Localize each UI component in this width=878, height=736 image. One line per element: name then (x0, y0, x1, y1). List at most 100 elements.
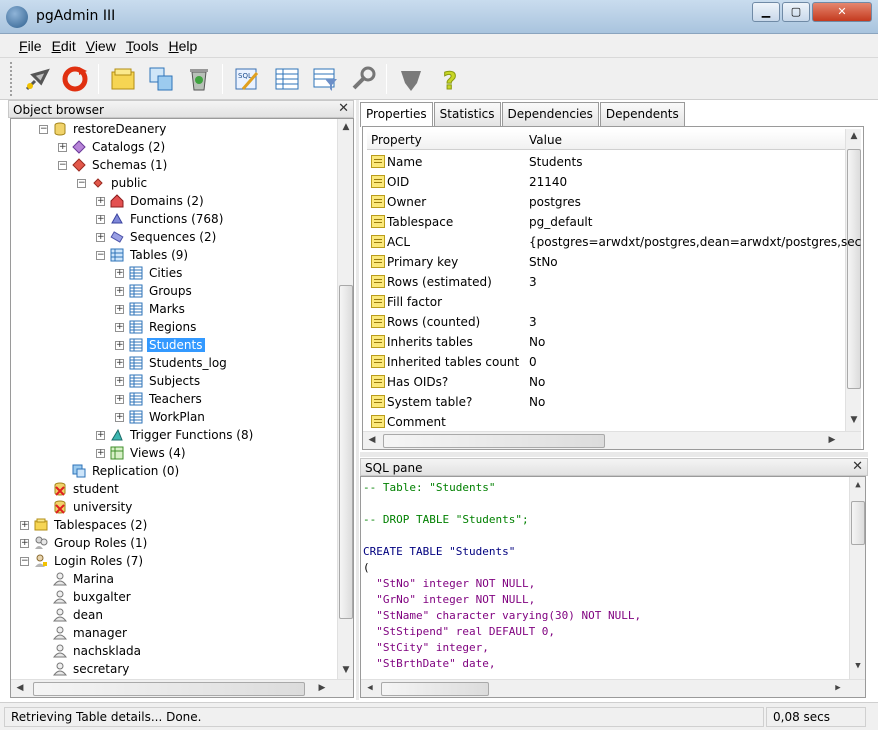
tree-node-label[interactable]: Tables (9) (128, 248, 190, 262)
scroll-thumb[interactable] (381, 682, 489, 696)
tree-node[interactable]: + Marks (115, 300, 187, 318)
scroll-thumb[interactable] (847, 149, 861, 389)
tree-node[interactable]: + Cities (115, 264, 184, 282)
tree-node-label[interactable]: Schemas (1) (90, 158, 169, 172)
object-browser-tree[interactable]: ▲ ▼ ◀ ▶ − restoreDeanery + Catalogs (2) − Sch… (10, 118, 354, 698)
tree-node-label[interactable]: Domains (2) (128, 194, 206, 208)
tree-node[interactable]: + Functions (768) (96, 210, 225, 228)
tree-node[interactable]: Marina (39, 570, 116, 588)
expand-icon[interactable]: + (96, 232, 105, 242)
scroll-thumb[interactable] (339, 285, 353, 619)
tree-node-label[interactable]: student (71, 482, 121, 496)
tab-dependencies[interactable]: Dependencies (501, 102, 599, 126)
tree-node-label[interactable]: Views (4) (128, 446, 188, 460)
scroll-down-icon[interactable]: ▼ (847, 415, 861, 425)
tree-node[interactable]: − restoreDeanery (39, 120, 168, 138)
tree-node[interactable]: + Tablespaces (2) (20, 516, 149, 534)
tree-node[interactable]: secretary (39, 660, 131, 678)
minimize-button[interactable]: ▁ (752, 2, 780, 22)
tree-node-label[interactable]: nachsklada (71, 644, 143, 658)
expand-icon[interactable]: + (115, 358, 124, 368)
tree-node[interactable]: + Students (115, 336, 205, 354)
tree-node[interactable]: manager (39, 624, 129, 642)
scroll-right-icon[interactable]: ▶ (825, 435, 839, 445)
expand-icon[interactable]: + (20, 520, 29, 530)
tree-node[interactable]: buxgalter (39, 588, 133, 606)
tree-node[interactable]: − Schemas (1) (58, 156, 169, 174)
tree-node-label[interactable]: Tablespaces (2) (52, 518, 149, 532)
column-header-property[interactable]: Property (371, 133, 422, 147)
scroll-up-icon[interactable]: ▲ (847, 131, 861, 141)
tree-node-label[interactable]: manager (71, 626, 129, 640)
tree-node-label[interactable]: Trigger Functions (8) (128, 428, 255, 442)
expand-icon[interactable]: + (115, 340, 124, 350)
expand-icon[interactable]: + (96, 448, 105, 458)
expand-icon[interactable]: + (115, 412, 124, 422)
scroll-down-icon[interactable]: ▼ (339, 665, 353, 675)
expand-icon[interactable]: + (115, 304, 124, 314)
expand-icon[interactable]: + (96, 214, 105, 224)
properties-horizontal-scrollbar[interactable]: ◀ ▶ (363, 431, 861, 449)
connect-button[interactable] (20, 62, 54, 96)
tree-node[interactable]: + Sequences (2) (96, 228, 218, 246)
property-row[interactable]: Inherited tables count 0 (367, 352, 845, 372)
sql-button[interactable]: SQL (230, 62, 264, 96)
expand-icon[interactable]: + (20, 538, 29, 548)
tree-node[interactable]: − public (77, 174, 149, 192)
property-row[interactable]: ACL {postgres=arwdxt/postgres,dean=arwdxt… (367, 232, 861, 252)
property-row[interactable]: OID 21140 (367, 172, 845, 192)
tree-node-label[interactable]: Teachers (147, 392, 204, 406)
tree-node[interactable]: + Trigger Functions (8) (96, 426, 255, 444)
expand-icon[interactable]: + (115, 394, 124, 404)
collapse-icon[interactable]: − (77, 178, 86, 188)
tree-node-label[interactable]: Group Roles (1) (52, 536, 149, 550)
scroll-left-icon[interactable]: ◀ (13, 683, 27, 693)
menu-file[interactable]: File (14, 34, 47, 57)
expand-icon[interactable]: + (115, 268, 124, 278)
property-row[interactable]: Primary key StNo (367, 252, 845, 272)
close-button[interactable]: ✕ (812, 2, 872, 22)
plugins-button[interactable] (394, 62, 428, 96)
close-icon[interactable]: ✕ (338, 101, 349, 116)
tree-node[interactable]: + Teachers (115, 390, 204, 408)
scroll-up-icon[interactable]: ▲ (851, 480, 865, 490)
refresh-button[interactable] (58, 62, 92, 96)
expand-icon[interactable]: + (96, 196, 105, 206)
tree-node-label[interactable]: Regions (147, 320, 198, 334)
tree-node[interactable]: + Group Roles (1) (20, 534, 149, 552)
property-row[interactable]: Inherits tables No (367, 332, 845, 352)
tree-node[interactable]: nachsklada (39, 642, 143, 660)
column-header-value[interactable]: Value (529, 133, 562, 147)
close-icon[interactable]: ✕ (852, 459, 863, 474)
view-data-button[interactable] (270, 62, 304, 96)
tree-node[interactable]: dean (39, 606, 105, 624)
tree-node-label[interactable]: public (109, 176, 149, 190)
tree-node-label[interactable]: Students_log (147, 356, 229, 370)
expand-icon[interactable]: + (58, 142, 67, 152)
collapse-icon[interactable]: − (96, 250, 105, 260)
expand-icon[interactable]: + (96, 430, 105, 440)
tree-node[interactable]: − Tables (9) (96, 246, 190, 264)
property-row[interactable]: Comment (367, 412, 845, 432)
sql-horizontal-scrollbar[interactable]: ◀ ▶ (361, 679, 865, 697)
menu-tools[interactable]: Tools (121, 34, 164, 57)
scroll-up-icon[interactable]: ▲ (339, 122, 353, 132)
tab-statistics[interactable]: Statistics (433, 102, 501, 126)
tree-node-label[interactable]: Marina (71, 572, 116, 586)
tree-node-label[interactable]: Replication (0) (90, 464, 181, 478)
horizontal-splitter[interactable] (360, 452, 868, 457)
property-row[interactable]: Fill factor (367, 292, 845, 312)
filter-button[interactable] (308, 62, 342, 96)
property-row[interactable]: Has OIDs? No (367, 372, 845, 392)
sql-vertical-scrollbar[interactable]: ▲ ▼ (849, 477, 865, 679)
tree-node-label[interactable]: university (71, 500, 134, 514)
create-button[interactable] (144, 62, 178, 96)
tree-node[interactable]: + Regions (115, 318, 198, 336)
scroll-left-icon[interactable]: ◀ (365, 435, 379, 445)
tree-node[interactable]: + Domains (2) (96, 192, 206, 210)
tree-node-label[interactable]: Login Roles (7) (52, 554, 145, 568)
expand-icon[interactable]: + (115, 376, 124, 386)
scroll-left-icon[interactable]: ◀ (363, 683, 377, 693)
tree-node[interactable]: + Students_log (115, 354, 229, 372)
tree-node[interactable]: + Catalogs (2) (58, 138, 167, 156)
